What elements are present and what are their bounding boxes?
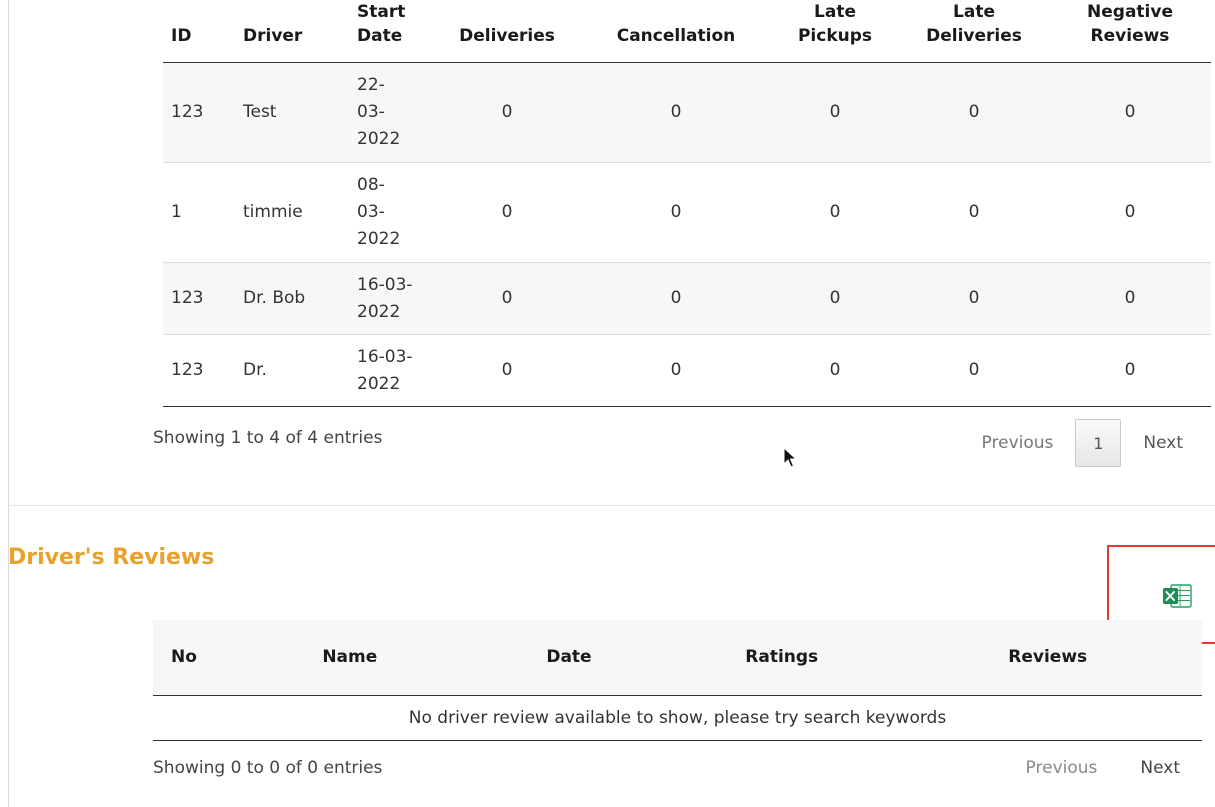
- excel-icon[interactable]: [1162, 583, 1192, 609]
- table-row: 123 Dr. 16-03- 2022 0 0 0 0 0: [163, 334, 1211, 407]
- column-header-label: Deliveries: [926, 26, 1022, 46]
- date-part: 2022: [357, 129, 401, 149]
- next-page-button[interactable]: Next: [1121, 433, 1183, 453]
- driver-performance-table-container: ID Driver Start Date Deliveries Cancellation L…: [163, 0, 1211, 407]
- cell-deliveries: 0: [433, 162, 581, 263]
- column-header-date[interactable]: Start Date: [349, 0, 433, 63]
- cell-driver: Dr.: [235, 334, 349, 407]
- date-part: 2022: [357, 229, 401, 249]
- table-header-row: No Name Date Ratings Reviews: [153, 620, 1202, 696]
- cell-cancellation: 0: [581, 62, 771, 163]
- drivers-reviews-table-container: No Name Date Ratings Reviews No driver revie…: [153, 620, 1202, 741]
- cell-date: 16-03- 2022: [349, 262, 433, 335]
- cell-date: 08- 03- 2022: [349, 162, 433, 263]
- date-part: 03-: [357, 102, 385, 122]
- date-part: 2022: [357, 373, 401, 394]
- drivers-reviews-title: Driver's Reviews: [8, 545, 215, 570]
- column-header-label: Negative: [1087, 2, 1173, 22]
- previous-page-button[interactable]: Previous: [1026, 758, 1098, 778]
- cell-driver: Dr. Bob: [235, 262, 349, 335]
- cell-id: 123: [163, 262, 235, 335]
- previous-page-button[interactable]: Previous: [960, 433, 1076, 453]
- cell-deliveries: 0: [433, 262, 581, 335]
- empty-message: No driver review available to show, plea…: [153, 695, 1202, 741]
- cell-negative-reviews: 0: [1049, 162, 1211, 263]
- cell-id: 1: [163, 162, 235, 263]
- column-header-cancellation[interactable]: Cancellation: [581, 0, 771, 63]
- cell-date: 16-03- 2022: [349, 334, 433, 407]
- column-header-deliveries[interactable]: Deliveries: [433, 0, 581, 63]
- column-header-negative-reviews[interactable]: Negative Reviews: [1049, 0, 1211, 63]
- cell-driver: timmie: [235, 162, 349, 263]
- table-header-row: ID Driver Start Date Deliveries Cancellation L…: [163, 0, 1211, 63]
- cell-late-pickups: 0: [771, 62, 899, 163]
- column-header-label: Start: [357, 2, 406, 22]
- cell-cancellation: 0: [581, 262, 771, 335]
- page-left-border: [8, 0, 9, 807]
- cell-late-deliveries: 0: [899, 62, 1049, 163]
- cell-cancellation: 0: [581, 162, 771, 263]
- date-part: 16-03-: [357, 346, 413, 367]
- table-row: 123 Dr. Bob 16-03- 2022 0 0 0 0 0: [163, 262, 1211, 335]
- mouse-cursor-icon: [783, 447, 797, 468]
- driver-performance-table: ID Driver Start Date Deliveries Cancellation L…: [163, 0, 1211, 407]
- column-header-ratings[interactable]: Ratings: [670, 620, 894, 696]
- date-part: 03-: [357, 202, 385, 222]
- cell-driver: Test: [235, 62, 349, 163]
- cell-deliveries: 0: [433, 334, 581, 407]
- column-header-label: Deliveries: [459, 26, 555, 46]
- column-header-driver[interactable]: Driver: [235, 0, 349, 63]
- column-header-label: Driver: [243, 26, 303, 46]
- cell-late-deliveries: 0: [899, 262, 1049, 335]
- pagination: Previous 1 Next: [960, 418, 1183, 468]
- column-header-label: Reviews: [1090, 26, 1170, 46]
- date-part: 22-: [357, 75, 385, 95]
- cell-negative-reviews: 0: [1049, 334, 1211, 407]
- cell-deliveries: 0: [433, 62, 581, 163]
- cell-date: 22- 03- 2022: [349, 62, 433, 163]
- cell-id: 123: [163, 62, 235, 163]
- column-header-label: Pickups: [797, 26, 873, 46]
- next-page-button[interactable]: Next: [1140, 758, 1180, 778]
- column-header-id[interactable]: ID: [163, 0, 235, 63]
- section-divider: [8, 505, 1215, 506]
- cell-late-pickups: 0: [771, 262, 899, 335]
- table-body: 123 Test 22- 03- 2022 0 0 0 0 0 1 timmie 08- 03- 2022 0…: [163, 62, 1211, 407]
- table-row: 1 timmie 08- 03- 2022 0 0 0 0 0: [163, 162, 1211, 263]
- performance-table-footer: Showing 1 to 4 of 4 entries Previous 1 N…: [153, 418, 1213, 470]
- cell-negative-reviews: 0: [1049, 62, 1211, 163]
- entries-info: Showing 1 to 4 of 4 entries: [153, 428, 383, 448]
- cell-late-deliveries: 0: [899, 162, 1049, 263]
- cell-late-deliveries: 0: [899, 334, 1049, 407]
- column-header-late-deliveries[interactable]: Late Deliveries: [899, 0, 1049, 63]
- entries-info: Showing 0 to 0 of 0 entries: [153, 758, 383, 778]
- column-header-label: Late: [814, 2, 856, 22]
- column-header-late-pickups[interactable]: Late Pickups: [771, 0, 899, 63]
- column-header-name[interactable]: Name: [231, 620, 468, 696]
- drivers-reviews-table: No Name Date Ratings Reviews No driver revie…: [153, 620, 1202, 741]
- cell-negative-reviews: 0: [1049, 262, 1211, 335]
- date-part: 08-: [357, 175, 385, 195]
- date-part: 2022: [357, 301, 401, 322]
- cell-late-pickups: 0: [771, 162, 899, 263]
- empty-row: No driver review available to show, plea…: [153, 695, 1202, 741]
- date-part: 16-03-: [357, 274, 413, 295]
- column-header-reviews[interactable]: Reviews: [893, 620, 1202, 696]
- pagination: Previous Next: [1026, 758, 1180, 778]
- page-1-button[interactable]: 1: [1075, 419, 1122, 467]
- reviews-table-footer: Showing 0 to 0 of 0 entries Previous Nex…: [153, 748, 1213, 788]
- column-header-label: Late: [953, 2, 995, 22]
- column-header-date[interactable]: Date: [467, 620, 671, 696]
- column-header-label: Cancellation: [616, 26, 736, 46]
- column-header-no[interactable]: No: [153, 620, 232, 696]
- table-row: 123 Test 22- 03- 2022 0 0 0 0 0: [163, 62, 1211, 163]
- column-header-label: Date: [357, 26, 403, 46]
- cell-id: 123: [163, 334, 235, 407]
- column-header-label: ID: [171, 26, 192, 46]
- cell-cancellation: 0: [581, 334, 771, 407]
- cell-late-pickups: 0: [771, 334, 899, 407]
